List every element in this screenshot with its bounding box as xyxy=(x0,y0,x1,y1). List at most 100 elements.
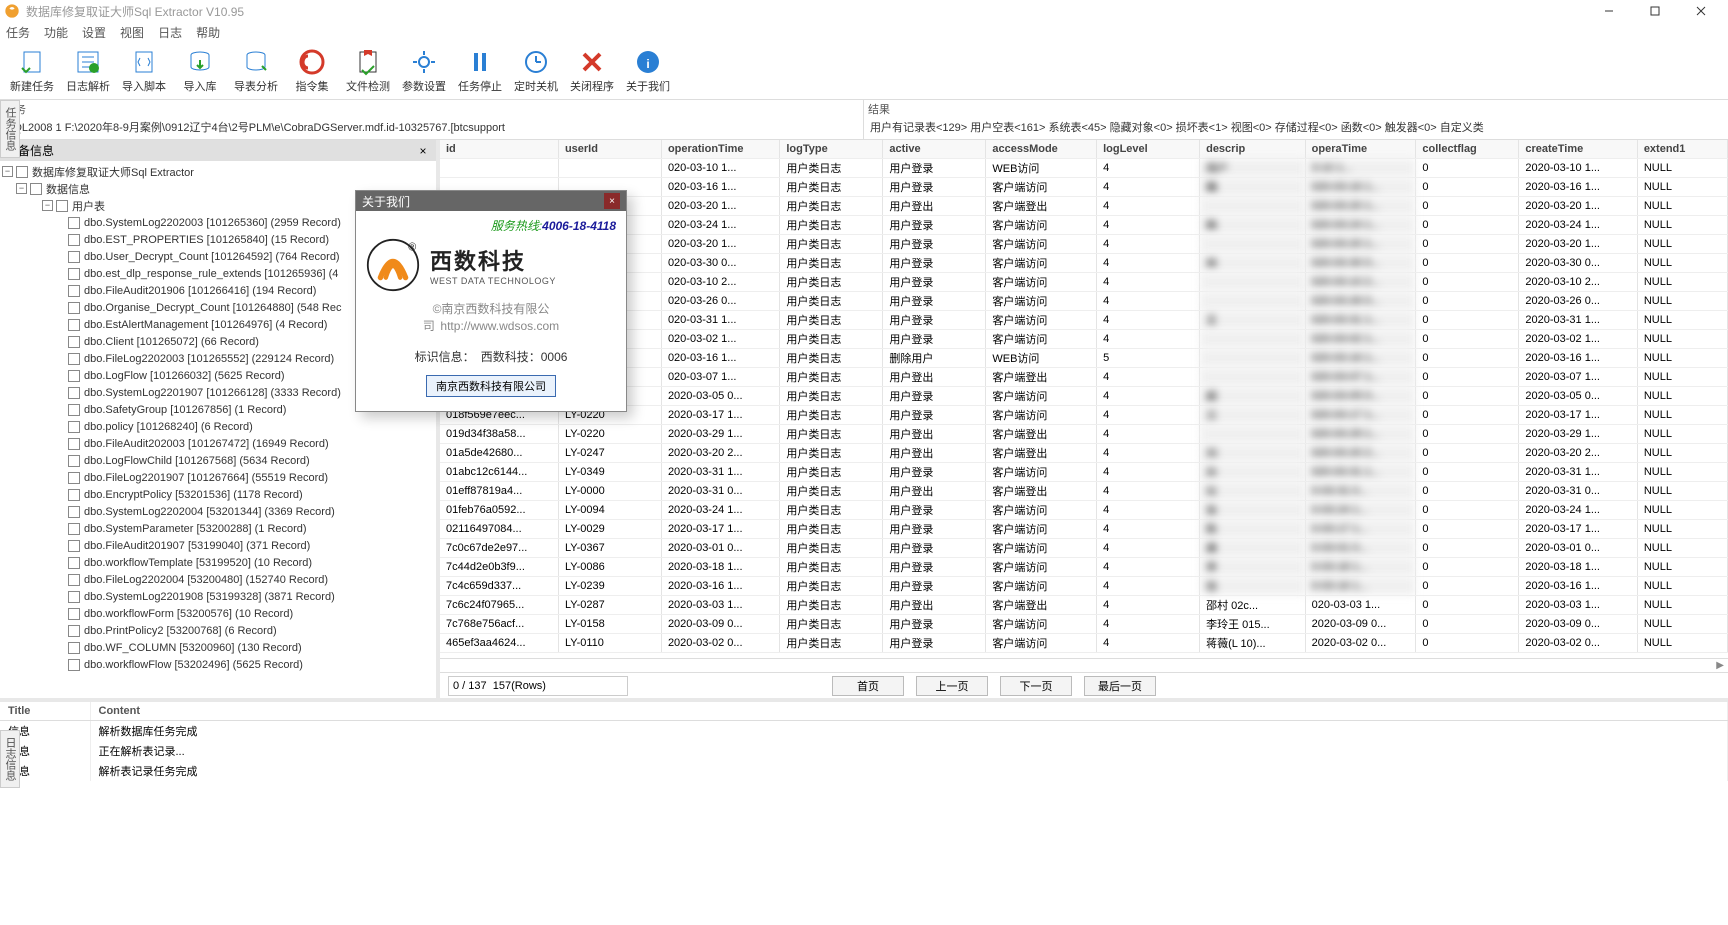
tree-checkbox[interactable] xyxy=(68,370,80,382)
table-row[interactable]: 020-03-16 1...用户类日志用户登录客户端访问4魏020-03-16 … xyxy=(440,177,1728,196)
table-row[interactable]: 020-03-26 0...用户类日志用户登录客户端访问4020-03-26 0… xyxy=(440,291,1728,310)
pager-next-button[interactable]: 下一页 xyxy=(1000,676,1072,696)
toolbar-analyze-button[interactable]: 导表分析 xyxy=(228,43,284,99)
table-row[interactable]: 01abc12c6144...LY-03492020-03-31 1...用户类… xyxy=(440,462,1728,481)
table-row[interactable]: 020-03-20 1...用户类日志用户登出客户端登出4020-03-20 1… xyxy=(440,196,1728,215)
tree-toggle-icon[interactable]: − xyxy=(2,166,13,177)
tree-checkbox[interactable] xyxy=(30,183,42,195)
tree-checkbox[interactable] xyxy=(68,523,80,535)
tree-table-item[interactable]: dbo.workflowForm [53200576] (10 Record) xyxy=(2,605,434,622)
tree-checkbox[interactable] xyxy=(68,438,80,450)
tree-checkbox[interactable] xyxy=(56,200,68,212)
tree-toggle-icon[interactable]: − xyxy=(16,183,27,194)
tree-checkbox[interactable] xyxy=(68,625,80,637)
table-row[interactable]: 7c6c24f07965...LY-02872020-03-03 1...用户类… xyxy=(440,595,1728,614)
table-row[interactable]: 020-03-30 0...用户类日志用户登录客户端访问4林020-03-30 … xyxy=(440,253,1728,272)
tree-checkbox[interactable] xyxy=(68,404,80,416)
table-row[interactable]: 020-03-10 1...用户类日志用户登录WEB访问4用户3-10 1...… xyxy=(440,158,1728,177)
table-row[interactable]: 020-03-20 1...用户类日志用户登录客户端访问4020-03-20 1… xyxy=(440,234,1728,253)
tree-table-item[interactable]: dbo.SystemParameter [53200288] (1 Record… xyxy=(2,520,434,537)
tree-checkbox[interactable] xyxy=(68,506,80,518)
menu-item[interactable]: 日志 xyxy=(158,24,182,41)
tree-table-item[interactable]: dbo.PrintPolicy2 [53200768] (6 Record) xyxy=(2,622,434,639)
minimize-button[interactable] xyxy=(1586,0,1632,22)
table-row[interactable]: 7c0c67de2e97...LY-03672020-03-01 0...用户类… xyxy=(440,538,1728,557)
table-row[interactable]: 020-03-31 1...用户类日志用户登录客户端访问4王020-03-31 … xyxy=(440,310,1728,329)
pager-info-input[interactable] xyxy=(448,676,628,696)
tree-table-item[interactable]: dbo.LogFlowChild [101267568] (5634 Recor… xyxy=(2,452,434,469)
tree-checkbox[interactable] xyxy=(68,455,80,467)
grid-column-header[interactable]: createTime xyxy=(1519,140,1637,158)
table-row[interactable]: 018f569e7eec...LY-02202020-03-17 1...用户类… xyxy=(440,405,1728,424)
table-row[interactable]: 01feb76a0592...LY-00942020-03-24 1...用户类… xyxy=(440,500,1728,519)
grid-column-header[interactable]: accessMode xyxy=(986,140,1097,158)
toolbar-importdb-button[interactable]: 导入库 xyxy=(172,43,228,99)
toolbar-clock-button[interactable]: 定时关机 xyxy=(508,43,564,99)
tree-checkbox[interactable] xyxy=(16,166,28,178)
grid-column-header[interactable]: collectflag xyxy=(1416,140,1519,158)
tree-checkbox[interactable] xyxy=(68,421,80,433)
table-row[interactable]: 465ef3aa4624...LY-01102020-03-02 0...用户类… xyxy=(440,633,1728,652)
table-row[interactable]: 01eff87819a4...LY-00002020-03-31 0...用户类… xyxy=(440,481,1728,500)
table-row[interactable]: 020-03-07 1...用户类日志用户登出客户端登出4020-03-07 1… xyxy=(440,367,1728,386)
table-row[interactable]: 020-03-24 1...用户类日志用户登录客户端访问4韩020-03-24 … xyxy=(440,215,1728,234)
toolbar-filechk-button[interactable]: 文件检测 xyxy=(340,43,396,99)
tree-checkbox[interactable] xyxy=(68,472,80,484)
side-tab-task-info[interactable]: 任务信息 xyxy=(0,100,20,158)
grid-column-header[interactable]: operaTime xyxy=(1305,140,1416,158)
tree-checkbox[interactable] xyxy=(68,540,80,552)
toolbar-script-button[interactable]: 导入脚本 xyxy=(116,43,172,99)
tree-table-item[interactable]: dbo.FileLog2201907 [101267664] (55519 Re… xyxy=(2,469,434,486)
data-grid[interactable]: iduserIdoperationTimelogTypeactiveaccess… xyxy=(440,140,1728,653)
grid-column-header[interactable]: id xyxy=(440,140,558,158)
grid-column-header[interactable]: active xyxy=(883,140,986,158)
toolbar-log-button[interactable]: 日志解析 xyxy=(60,43,116,99)
tree-close-icon[interactable]: × xyxy=(416,144,430,158)
tree-checkbox[interactable] xyxy=(68,336,80,348)
menu-item[interactable]: 帮助 xyxy=(196,24,220,41)
grid-column-header[interactable]: logType xyxy=(780,140,883,158)
tree-checkbox[interactable] xyxy=(68,574,80,586)
table-row[interactable]: 01a5de42680...LY-02472020-03-20 2...用户类日… xyxy=(440,443,1728,462)
tree-checkbox[interactable] xyxy=(68,251,80,263)
tree-checkbox[interactable] xyxy=(68,591,80,603)
grid-horizontal-scrollbar[interactable]: ▶ xyxy=(440,658,1728,672)
table-row[interactable]: 020-03-02 1...用户类日志用户登录客户端访问4020-03-02 1… xyxy=(440,329,1728,348)
menu-item[interactable]: 功能 xyxy=(44,24,68,41)
dialog-company-button[interactable]: 南京西数科技有限公司 xyxy=(426,375,556,397)
table-row[interactable]: 7c44d2e0b3f9...LY-00862020-03-18 1...用户类… xyxy=(440,557,1728,576)
tree-table-item[interactable]: dbo.FileAudit201907 [53199040] (371 Reco… xyxy=(2,537,434,554)
grid-column-header[interactable]: operationTime xyxy=(661,140,779,158)
maximize-button[interactable] xyxy=(1632,0,1678,22)
pager-first-button[interactable]: 首页 xyxy=(832,676,904,696)
pager-prev-button[interactable]: 上一页 xyxy=(916,676,988,696)
tree-toggle-icon[interactable]: − xyxy=(42,200,53,211)
tree-table-item[interactable]: dbo.FileLog2202004 [53200480] (152740 Re… xyxy=(2,571,434,588)
menu-item[interactable]: 任务 xyxy=(6,24,30,41)
tree-table-item[interactable]: dbo.policy [101268240] (6 Record) xyxy=(2,418,434,435)
tree-table-item[interactable]: dbo.WF_COLUMN [53200960] (130 Record) xyxy=(2,639,434,656)
toolbar-cmd-button[interactable]: 指令集 xyxy=(284,43,340,99)
table-row[interactable]: 018859f819ec...LY-00202020-03-05 0...用户类… xyxy=(440,386,1728,405)
grid-column-header[interactable]: userId xyxy=(558,140,661,158)
tree-checkbox[interactable] xyxy=(68,489,80,501)
tree-root[interactable]: −数据库修复取证大师Sql Extractor xyxy=(2,163,434,180)
grid-column-header[interactable]: logLevel xyxy=(1097,140,1200,158)
side-tab-log-info[interactable]: 日志信息 xyxy=(0,730,20,788)
tree-table-item[interactable]: dbo.SystemLog2201908 [53199328] (3871 Re… xyxy=(2,588,434,605)
grid-column-header[interactable]: descrip xyxy=(1200,140,1306,158)
table-row[interactable]: 019d34f38a58...LY-02202020-03-29 1...用户类… xyxy=(440,424,1728,443)
tree-table-item[interactable]: dbo.EncryptPolicy [53201536] (1178 Recor… xyxy=(2,486,434,503)
menu-item[interactable]: 视图 xyxy=(120,24,144,41)
grid-column-header[interactable]: extend1 xyxy=(1637,140,1727,158)
tree-checkbox[interactable] xyxy=(68,285,80,297)
table-row[interactable]: 020-03-16 1...用户类日志删除用户WEB访问5020-03-16 1… xyxy=(440,348,1728,367)
close-button[interactable] xyxy=(1678,0,1724,22)
toolbar-about-button[interactable]: i关于我们 xyxy=(620,43,676,99)
toolbar-pause-button[interactable]: 任务停止 xyxy=(452,43,508,99)
tree-checkbox[interactable] xyxy=(68,268,80,280)
tree-checkbox[interactable] xyxy=(68,234,80,246)
dialog-close-button[interactable]: × xyxy=(604,193,620,209)
tree-table-item[interactable]: dbo.workflowTemplate [53199520] (10 Reco… xyxy=(2,554,434,571)
table-row[interactable]: 7c768e756acf...LY-01582020-03-09 0...用户类… xyxy=(440,614,1728,633)
